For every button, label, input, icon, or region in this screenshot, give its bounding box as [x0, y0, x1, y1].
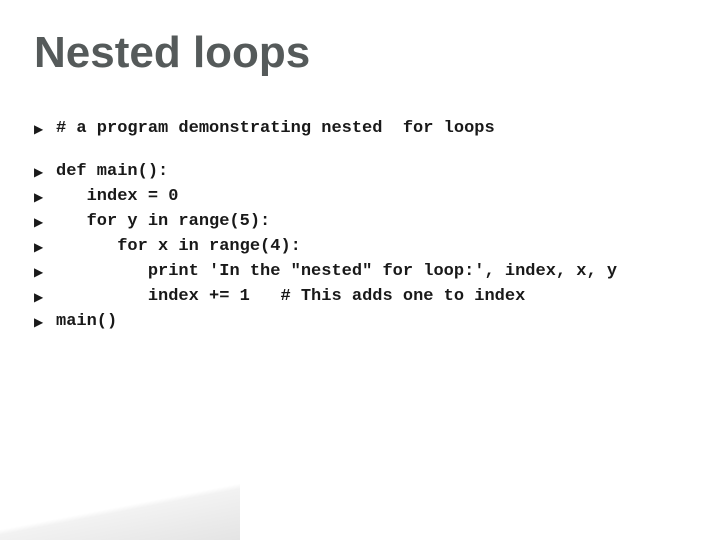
blank-gap: [34, 143, 670, 161]
slide-content: ▶# a program demonstrating nested for lo…: [34, 118, 670, 336]
code-line: ▶def main():: [34, 161, 670, 184]
bullet-icon: ▶: [34, 211, 56, 230]
bullet-icon: ▶: [34, 186, 56, 205]
code-line: ▶ for x in range(4):: [34, 236, 670, 259]
code-line: ▶ print 'In the "nested" for loop:', ind…: [34, 261, 670, 284]
code-text: def main():: [56, 161, 670, 184]
code-line: ▶ index += 1 # This adds one to index: [34, 286, 670, 309]
slide: Nested loops ▶# a program demonstrating …: [0, 0, 720, 540]
code-text: for y in range(5):: [56, 211, 670, 234]
bullet-icon: ▶: [34, 118, 56, 137]
decorative-wedge: [0, 444, 240, 540]
code-line: ▶ index = 0: [34, 186, 670, 209]
slide-title: Nested loops: [34, 28, 310, 78]
code-text: for x in range(4):: [56, 236, 670, 259]
bullet-icon: ▶: [34, 161, 56, 180]
bullet-icon: ▶: [34, 236, 56, 255]
bullet-icon: ▶: [34, 261, 56, 280]
code-text: index = 0: [56, 186, 670, 209]
code-line: ▶# a program demonstrating nested for lo…: [34, 118, 670, 141]
code-text: print 'In the "nested" for loop:', index…: [56, 261, 670, 284]
code-text: # a program demonstrating nested for loo…: [56, 118, 670, 141]
code-text: main(): [56, 311, 670, 334]
bullet-icon: ▶: [34, 311, 56, 330]
bullet-icon: ▶: [34, 286, 56, 305]
code-line: ▶ for y in range(5):: [34, 211, 670, 234]
code-line: ▶main(): [34, 311, 670, 334]
code-text: index += 1 # This adds one to index: [56, 286, 670, 309]
